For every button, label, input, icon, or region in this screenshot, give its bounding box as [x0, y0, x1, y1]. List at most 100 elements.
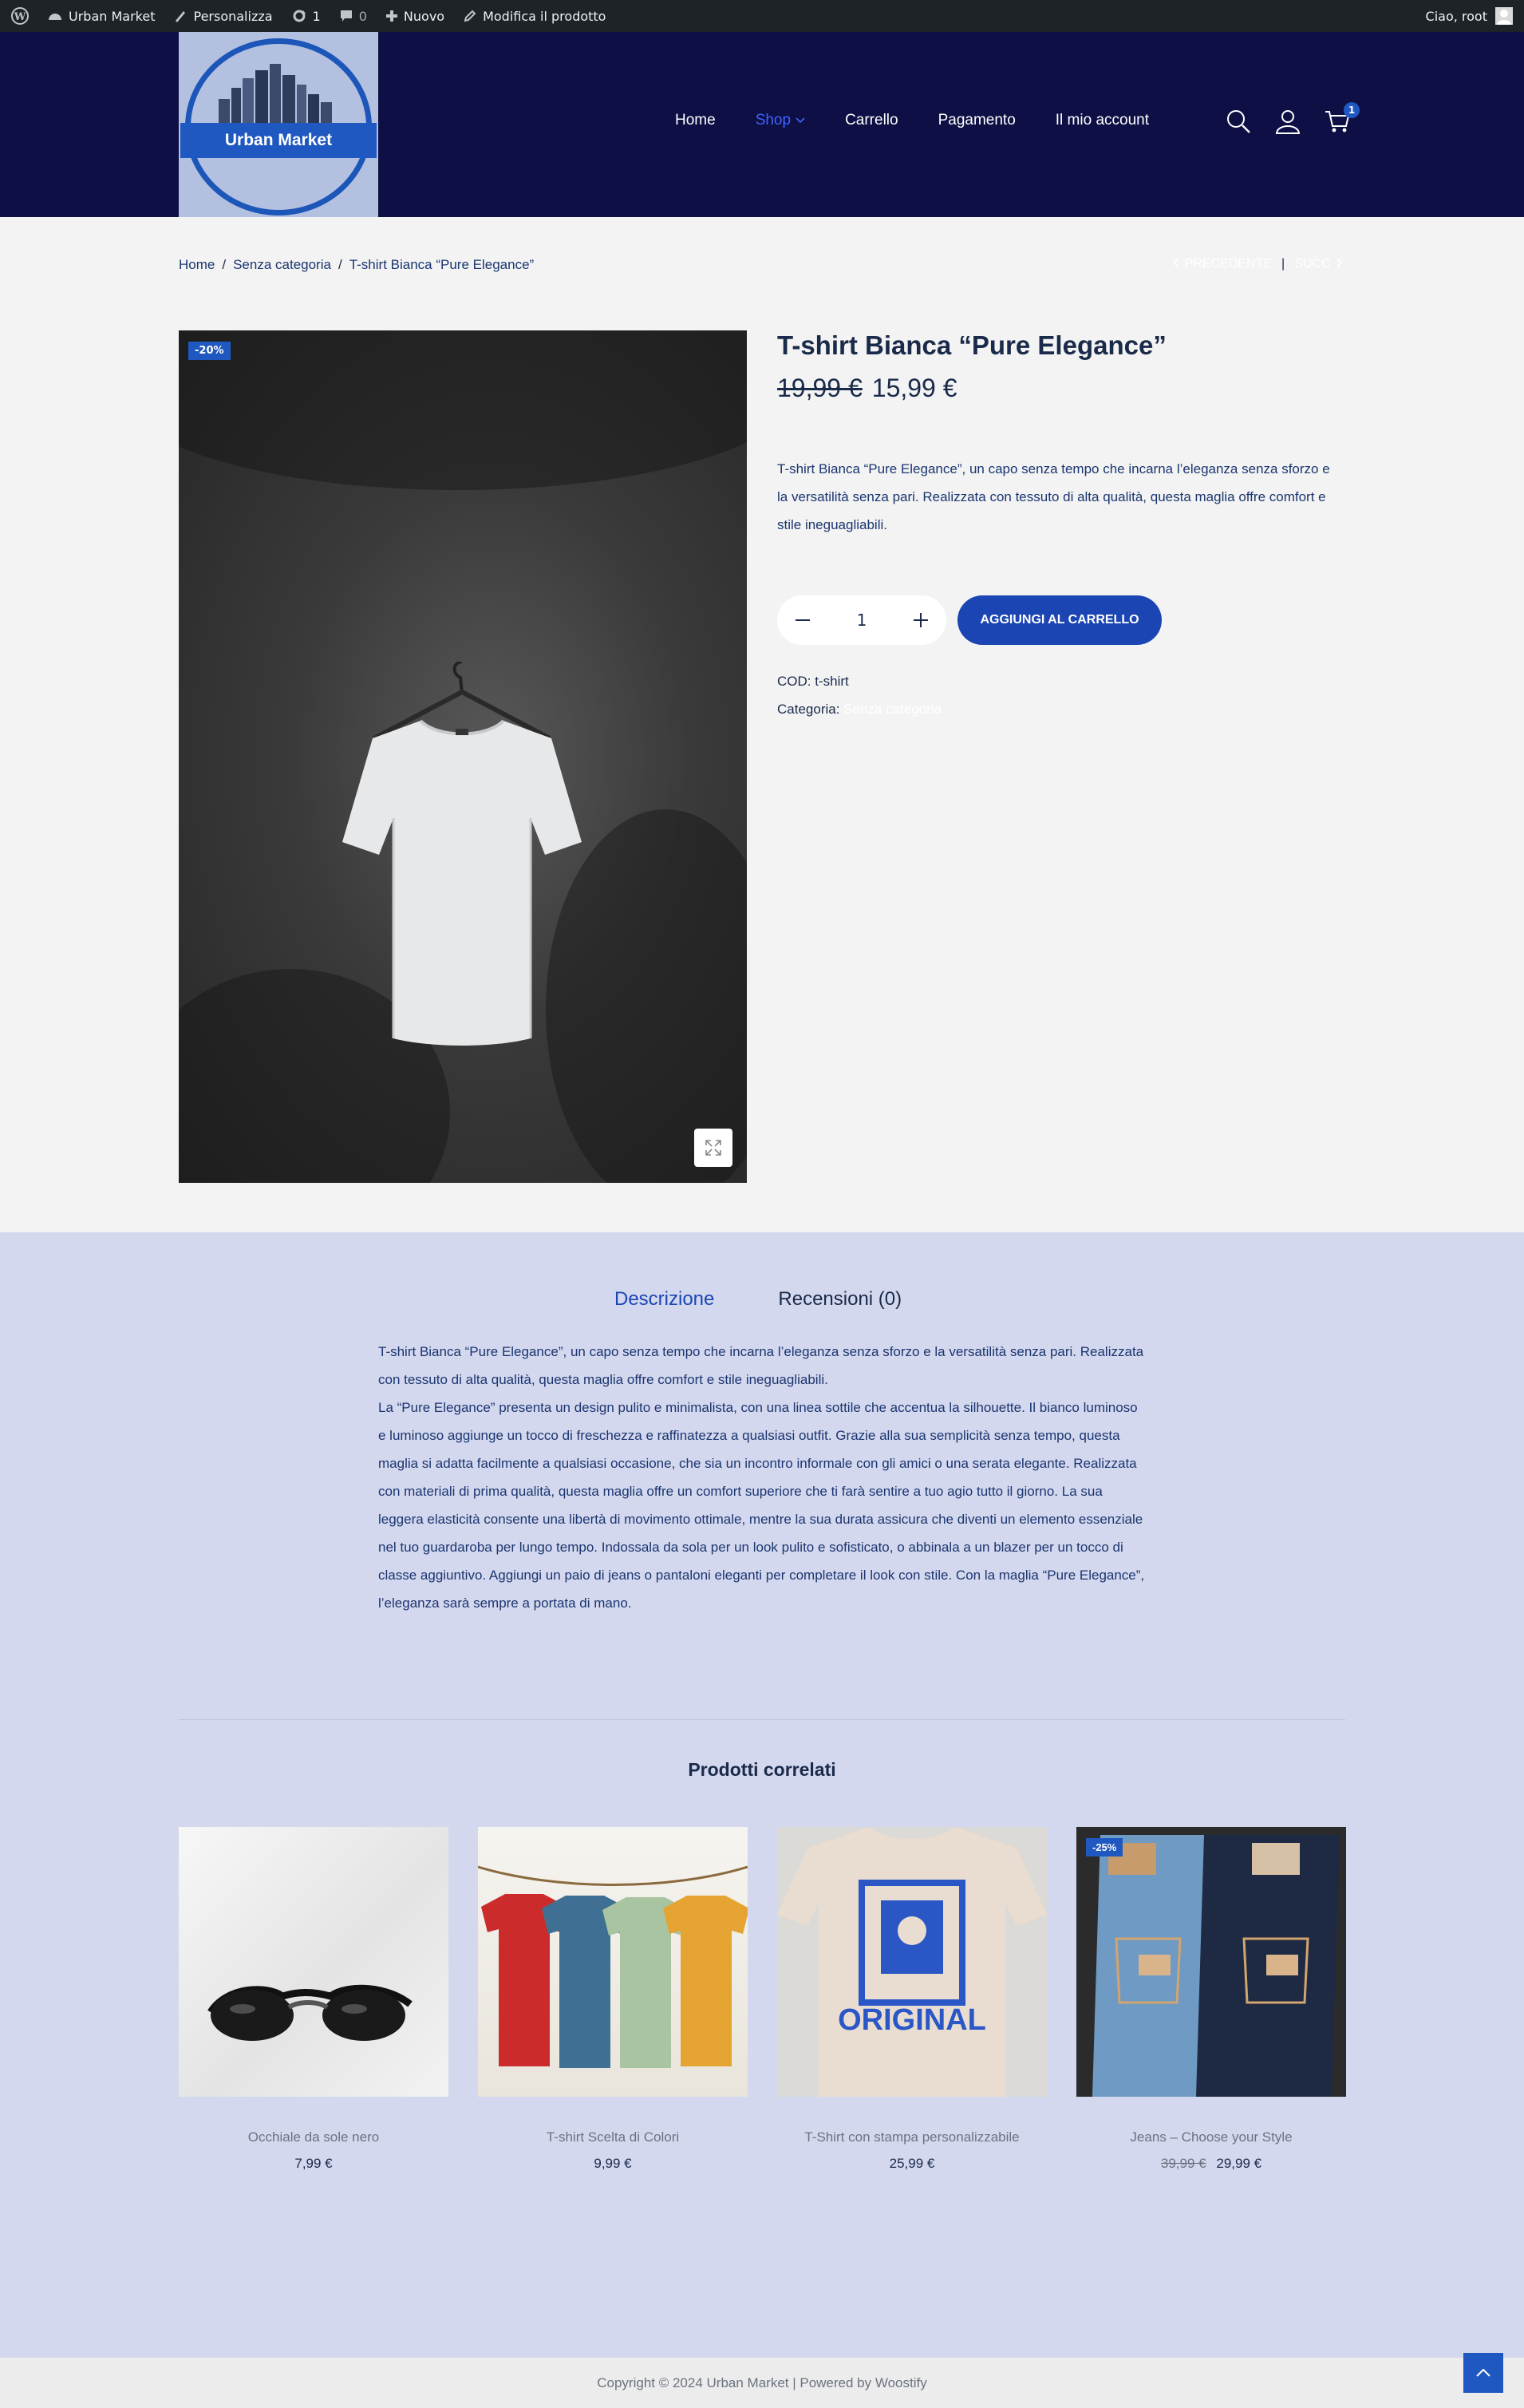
account-icon[interactable] [1275, 109, 1301, 134]
admin-new-link[interactable]: Nuovo [385, 8, 445, 24]
breadcrumb-separator: / [222, 257, 227, 272]
prev-product-label: PRECEDENTE [1184, 257, 1273, 271]
admin-site-link[interactable]: Urban Market [48, 9, 155, 24]
site-header: Urban Market Home Shop Carrello Pagament… [0, 32, 1524, 217]
admin-bar: W Urban Market Personalizza 1 0 Nuovo Mo… [0, 0, 1524, 32]
admin-edit-product-label: Modifica il prodotto [483, 8, 606, 24]
tab-description[interactable]: Descrizione [614, 1288, 714, 1311]
next-product-link[interactable]: SUCC [1294, 257, 1344, 271]
breadcrumb-current: T-shirt Bianca “Pure Elegance” [349, 257, 535, 272]
chevron-up-icon [1476, 2368, 1490, 2377]
printed-tshirt-icon: ORIGINAL [777, 1827, 1047, 2097]
related-product-name[interactable]: Occhiale da sole nero [179, 2127, 448, 2148]
admin-edit-product-link[interactable]: Modifica il prodotto [464, 9, 606, 24]
nav-home[interactable]: Home [675, 112, 716, 129]
sku-label: COD: [777, 674, 811, 689]
brush-icon [176, 11, 186, 22]
nav-my-account[interactable]: Il mio account [1056, 112, 1149, 129]
related-product-card[interactable]: ORIGINAL T-Shirt con stampa personalizza… [777, 1827, 1047, 2172]
related-product-price: 9,99 € [478, 2156, 748, 2172]
wall-stain [179, 330, 747, 490]
category-row: Categoria: Senza categoria [777, 695, 942, 723]
related-price-value: 7,99 € [294, 2156, 333, 2171]
section-divider [179, 1719, 1345, 1720]
current-price: 15,99 € [871, 374, 957, 402]
tshirt-image [342, 662, 582, 1046]
breadcrumb: Home / Senza categoria / T-shirt Bianca … [179, 257, 534, 273]
chevron-down-icon [796, 117, 805, 124]
admin-comments-count: 0 [358, 8, 367, 24]
site-logo[interactable]: Urban Market [179, 32, 378, 217]
quantity-plus-button[interactable] [910, 609, 932, 631]
sku-value: t-shirt [815, 674, 849, 689]
prev-product-link[interactable]: PRECEDENTE [1171, 257, 1272, 271]
admin-customize-link[interactable]: Personalizza [174, 9, 273, 24]
product-tabs: Descrizione Recensioni (0) [614, 1288, 902, 1311]
related-product-name[interactable]: Jeans – Choose your Style [1076, 2127, 1346, 2148]
related-product-name[interactable]: T-Shirt con stampa personalizzabile [777, 2127, 1047, 2148]
breadcrumb-home[interactable]: Home [179, 257, 215, 273]
description-paragraph: La “Pure Elegance” presenta un design pu… [378, 1400, 1145, 1611]
sku-row: COD: t-shirt [777, 667, 942, 695]
quantity-stepper: 1 [777, 595, 946, 645]
product-nav-divider: | [1281, 257, 1285, 271]
admin-site-name: Urban Market [69, 8, 156, 24]
admin-account-menu[interactable]: Ciao, root [1426, 0, 1513, 32]
tab-reviews[interactable]: Recensioni (0) [778, 1288, 902, 1311]
city-skyline-icon [219, 64, 332, 123]
nav-cart[interactable]: Carrello [845, 112, 898, 129]
comment-icon [340, 10, 352, 22]
nav-checkout[interactable]: Pagamento [938, 112, 1016, 129]
colored-tshirts-image[interactable] [478, 1827, 748, 2097]
plus-icon [385, 10, 397, 22]
site-footer: Copyright © 2024 Urban Market | Powered … [0, 2358, 1524, 2408]
product-image[interactable]: -20% [179, 330, 747, 1183]
related-product-card[interactable]: T-shirt Scelta di Colori 9,99 € [478, 1827, 748, 2172]
category-link[interactable]: Senza categoria [843, 702, 942, 717]
scroll-to-top-button[interactable] [1463, 2353, 1503, 2393]
tshirt-print-text: ORIGINAL [838, 2003, 986, 2037]
description-panel: T-shirt Bianca “Pure Elegance”, un capo … [378, 1338, 1146, 1617]
category-label: Categoria: [777, 702, 840, 717]
sunglasses-icon [207, 1984, 413, 2041]
quantity-input[interactable]: 1 [857, 611, 867, 630]
admin-comments-link[interactable]: 0 [340, 9, 367, 24]
tshirts-on-line-icon [478, 1865, 748, 2068]
breadcrumb-category[interactable]: Senza categoria [233, 257, 331, 273]
related-product-price: 25,99 € [777, 2156, 1047, 2172]
refresh-icon [293, 10, 306, 22]
admin-updates-link[interactable]: 1 [292, 9, 321, 24]
svg-text:W: W [14, 11, 26, 23]
search-icon[interactable] [1226, 109, 1251, 134]
pencil-icon [464, 10, 476, 22]
related-products-title: Prodotti correlati [688, 1759, 836, 1780]
related-product-price: 39,99 € 29,99 € [1076, 2156, 1346, 2172]
header-icons: 1 [1226, 102, 1360, 134]
admin-new-label: Nuovo [403, 8, 445, 24]
wordpress-logo-icon[interactable]: W [11, 7, 29, 25]
related-old-price: 39,99 € [1160, 2156, 1206, 2171]
printed-tshirt-image[interactable]: ORIGINAL [777, 1827, 1047, 2097]
related-price-value: 9,99 € [594, 2156, 632, 2171]
nav-shop[interactable]: Shop [756, 112, 805, 129]
cart-icon[interactable]: 1 [1325, 102, 1360, 134]
related-product-price: 7,99 € [179, 2156, 448, 2172]
sunglasses-image[interactable] [179, 1827, 448, 2097]
related-product-name[interactable]: T-shirt Scelta di Colori [478, 2127, 748, 2148]
admin-greeting: Ciao, root [1425, 8, 1487, 24]
footer-copyright: Copyright © 2024 Urban Market | Powered … [597, 2375, 927, 2390]
product-short-description: T-shirt Bianca “Pure Elegance”, un capo … [777, 461, 1330, 532]
related-product-card[interactable]: -25% Jeans – Choose your Style 39,99 € 2… [1076, 1827, 1346, 2172]
minus-icon [796, 619, 810, 621]
related-product-card[interactable]: Occhiale da sole nero 7,99 € [179, 1827, 448, 2172]
jeans-image[interactable]: -25% [1076, 1827, 1346, 2097]
add-to-cart-button[interactable]: AGGIUNGI AL CARRELLO [957, 595, 1162, 645]
breadcrumb-separator: / [338, 257, 342, 272]
old-price: 19,99 € [777, 374, 863, 402]
related-sale-badge: -25% [1086, 1838, 1123, 1856]
product-meta: COD: t-shirt Categoria: Senza categoria [777, 667, 942, 723]
quantity-minus-button[interactable] [792, 609, 814, 631]
product-details-section: Descrizione Recensioni (0) T-shirt Bianc… [0, 1232, 1524, 2358]
zoom-button[interactable] [694, 1129, 732, 1167]
logo-text: Urban Market [180, 123, 377, 158]
